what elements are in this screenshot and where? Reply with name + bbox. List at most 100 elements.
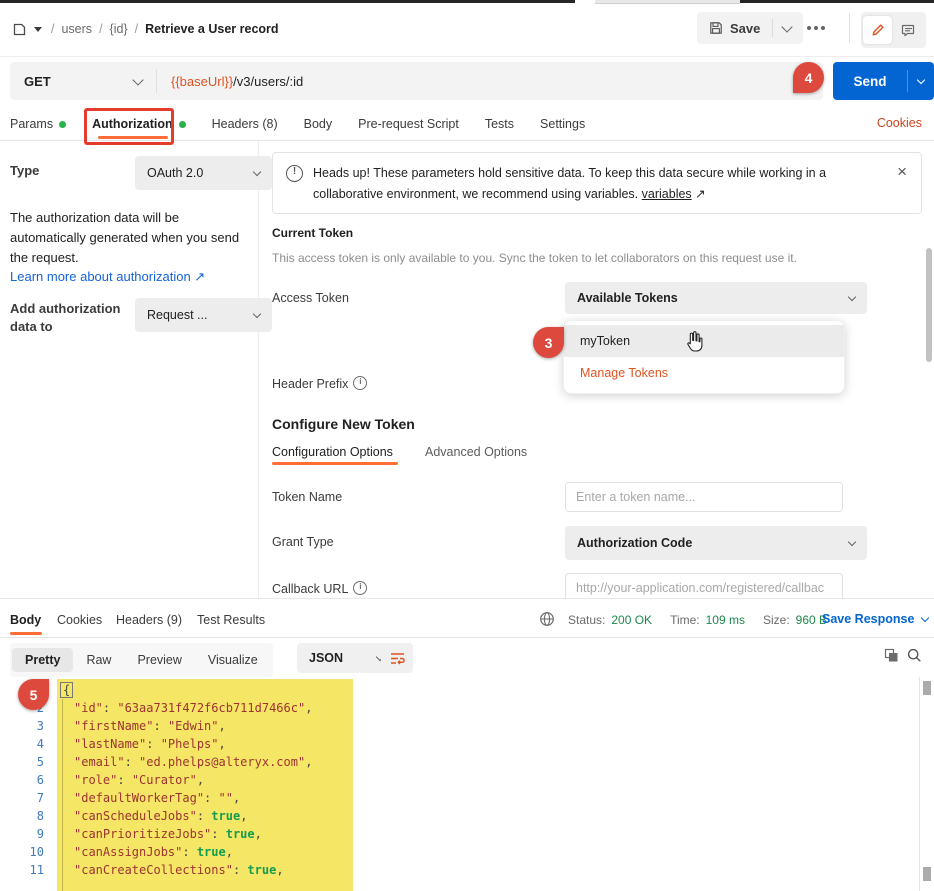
tab-settings[interactable]: Settings [540,117,585,131]
code-line: 10"canAssignJobs": true, [0,843,233,861]
status-value: 200 OK [611,613,652,627]
access-token-caret-icon [848,292,856,300]
access-token-value: Available Tokens [577,291,678,305]
cursor-hand-icon [683,330,705,354]
breadcrumb-folder[interactable]: {id} [110,22,128,36]
grant-type-label: Grant Type [272,535,334,549]
comments-button[interactable] [896,16,920,44]
add-auth-to-select[interactable]: Request ... [135,298,272,332]
annotation-step-3: 3 [533,327,564,358]
tab-tests[interactable]: Tests [485,117,514,131]
send-label: Send [833,74,907,89]
tab-configuration-options[interactable]: Configuration Options [272,445,393,459]
info-icon[interactable] [353,581,367,595]
collection-icon[interactable] [12,22,27,37]
response-tab-headers[interactable]: Headers (9) [116,613,182,627]
view-raw[interactable]: Raw [73,648,124,672]
close-warning-icon[interactable]: × [897,162,907,182]
wrap-lines-icon [390,652,405,665]
view-pretty[interactable]: Pretty [12,648,73,672]
comment-icon [901,24,915,37]
send-options-button[interactable] [908,80,934,83]
window-top-strip [740,0,934,3]
response-body-underline [10,632,42,635]
editor-scrollbar-down[interactable] [923,867,931,881]
token-name-input[interactable] [565,482,843,512]
url-input[interactable]: {{baseUrl}}/v3/users/:id [157,74,303,89]
code-line: 8"canScheduleJobs": true, [0,807,247,825]
wrap-lines-button[interactable] [381,643,413,673]
window-top-strip-tab [595,0,740,4]
response-body-editor[interactable]: 1{ 2"id": "63aa731f472f6cb711d7466c", 3"… [0,677,934,891]
postman-app-window: / users / {id} / Retrieve a User record … [0,0,934,891]
info-icon[interactable] [353,376,367,390]
breadcrumb-sep: / [51,22,54,36]
window-top-strip [0,0,575,3]
network-globe-icon[interactable] [539,611,555,627]
more-options-button[interactable] [800,18,832,38]
response-pane: Body Cookies Headers (9) Test Results St… [0,598,934,891]
save-response-caret-icon [921,613,929,621]
save-caret-icon[interactable] [782,21,793,32]
auth-type-select[interactable]: OAuth 2.0 [135,156,272,190]
save-button[interactable]: Save [697,12,803,44]
tab-body[interactable]: Body [304,117,333,131]
tab-advanced-options[interactable]: Advanced Options [425,445,527,459]
tab-prerequest-script[interactable]: Pre-request Script [358,117,459,131]
save-response-label: Save Response [822,612,914,626]
auth-type-label: Type [10,163,39,178]
token-name-label: Token Name [272,490,342,504]
external-link-arrow-icon: ↗ [695,187,705,201]
cookies-link[interactable]: Cookies [877,116,922,130]
code-line: 5"email": "ed.phelps@alteryx.com", [0,753,312,771]
search-icon [907,648,922,663]
save-response-button[interactable]: Save Response [822,612,928,626]
params-modified-dot [59,121,66,128]
method-select[interactable]: GET [10,62,156,100]
configure-token-title: Configure New Token [272,416,415,432]
callback-url-label: Callback URL [272,581,367,596]
save-divider [772,19,773,37]
search-response-button[interactable] [907,648,922,668]
response-tab-cookies[interactable]: Cookies [57,613,102,627]
grant-type-value: Authorization Code [577,536,692,550]
add-auth-to-label: Add authorization data to [10,300,125,336]
breadcrumb-sep: / [135,22,138,36]
menu-item-manage-tokens[interactable]: Manage Tokens [564,357,844,389]
save-label: Save [730,21,760,36]
tab-headers[interactable]: Headers (8) [212,117,278,131]
send-button[interactable]: Send [833,62,934,100]
editor-scrollbar-up[interactable] [923,681,931,695]
tab-params[interactable]: Params [10,117,66,131]
sensitive-data-warning: Heads up! These parameters hold sensitiv… [272,152,922,214]
breadcrumb-collection[interactable]: users [61,22,92,36]
warning-text-line2: collaborative environment, we recommend … [313,184,826,205]
view-preview[interactable]: Preview [124,648,194,672]
configuration-tab-underline [272,462,398,465]
learn-more-link[interactable]: Learn more about authorization ↗ [10,269,205,285]
url-variable: {{baseUrl}} [171,74,233,89]
code-line: 3"firstName": "Edwin", [0,717,226,735]
url-path: /v3/users/:id [233,74,303,89]
copy-response-button[interactable] [884,648,899,668]
collection-caret-icon[interactable] [34,27,42,32]
code-line: 7"defaultWorkerTag": "", [0,789,240,807]
method-caret-icon [132,74,143,85]
view-visualize[interactable]: Visualize [195,648,271,672]
copy-icon [884,648,899,663]
size-label: Size: [763,613,790,627]
edit-mode-button[interactable] [863,16,892,44]
response-tab-test-results[interactable]: Test Results [197,613,265,627]
warning-icon [286,165,303,182]
breadcrumb-sep: / [99,22,102,36]
grant-type-caret-icon [848,537,856,545]
access-token-select[interactable]: Available Tokens [565,282,867,314]
edit-comment-group [861,12,926,48]
header-border [0,56,934,57]
panel-scrollbar-thumb[interactable] [926,248,932,362]
panel-divider [258,141,259,598]
grant-type-select[interactable]: Authorization Code [565,526,867,560]
variables-link[interactable]: variables [642,187,692,201]
method-value: GET [24,74,51,89]
response-tab-body[interactable]: Body [10,613,41,627]
